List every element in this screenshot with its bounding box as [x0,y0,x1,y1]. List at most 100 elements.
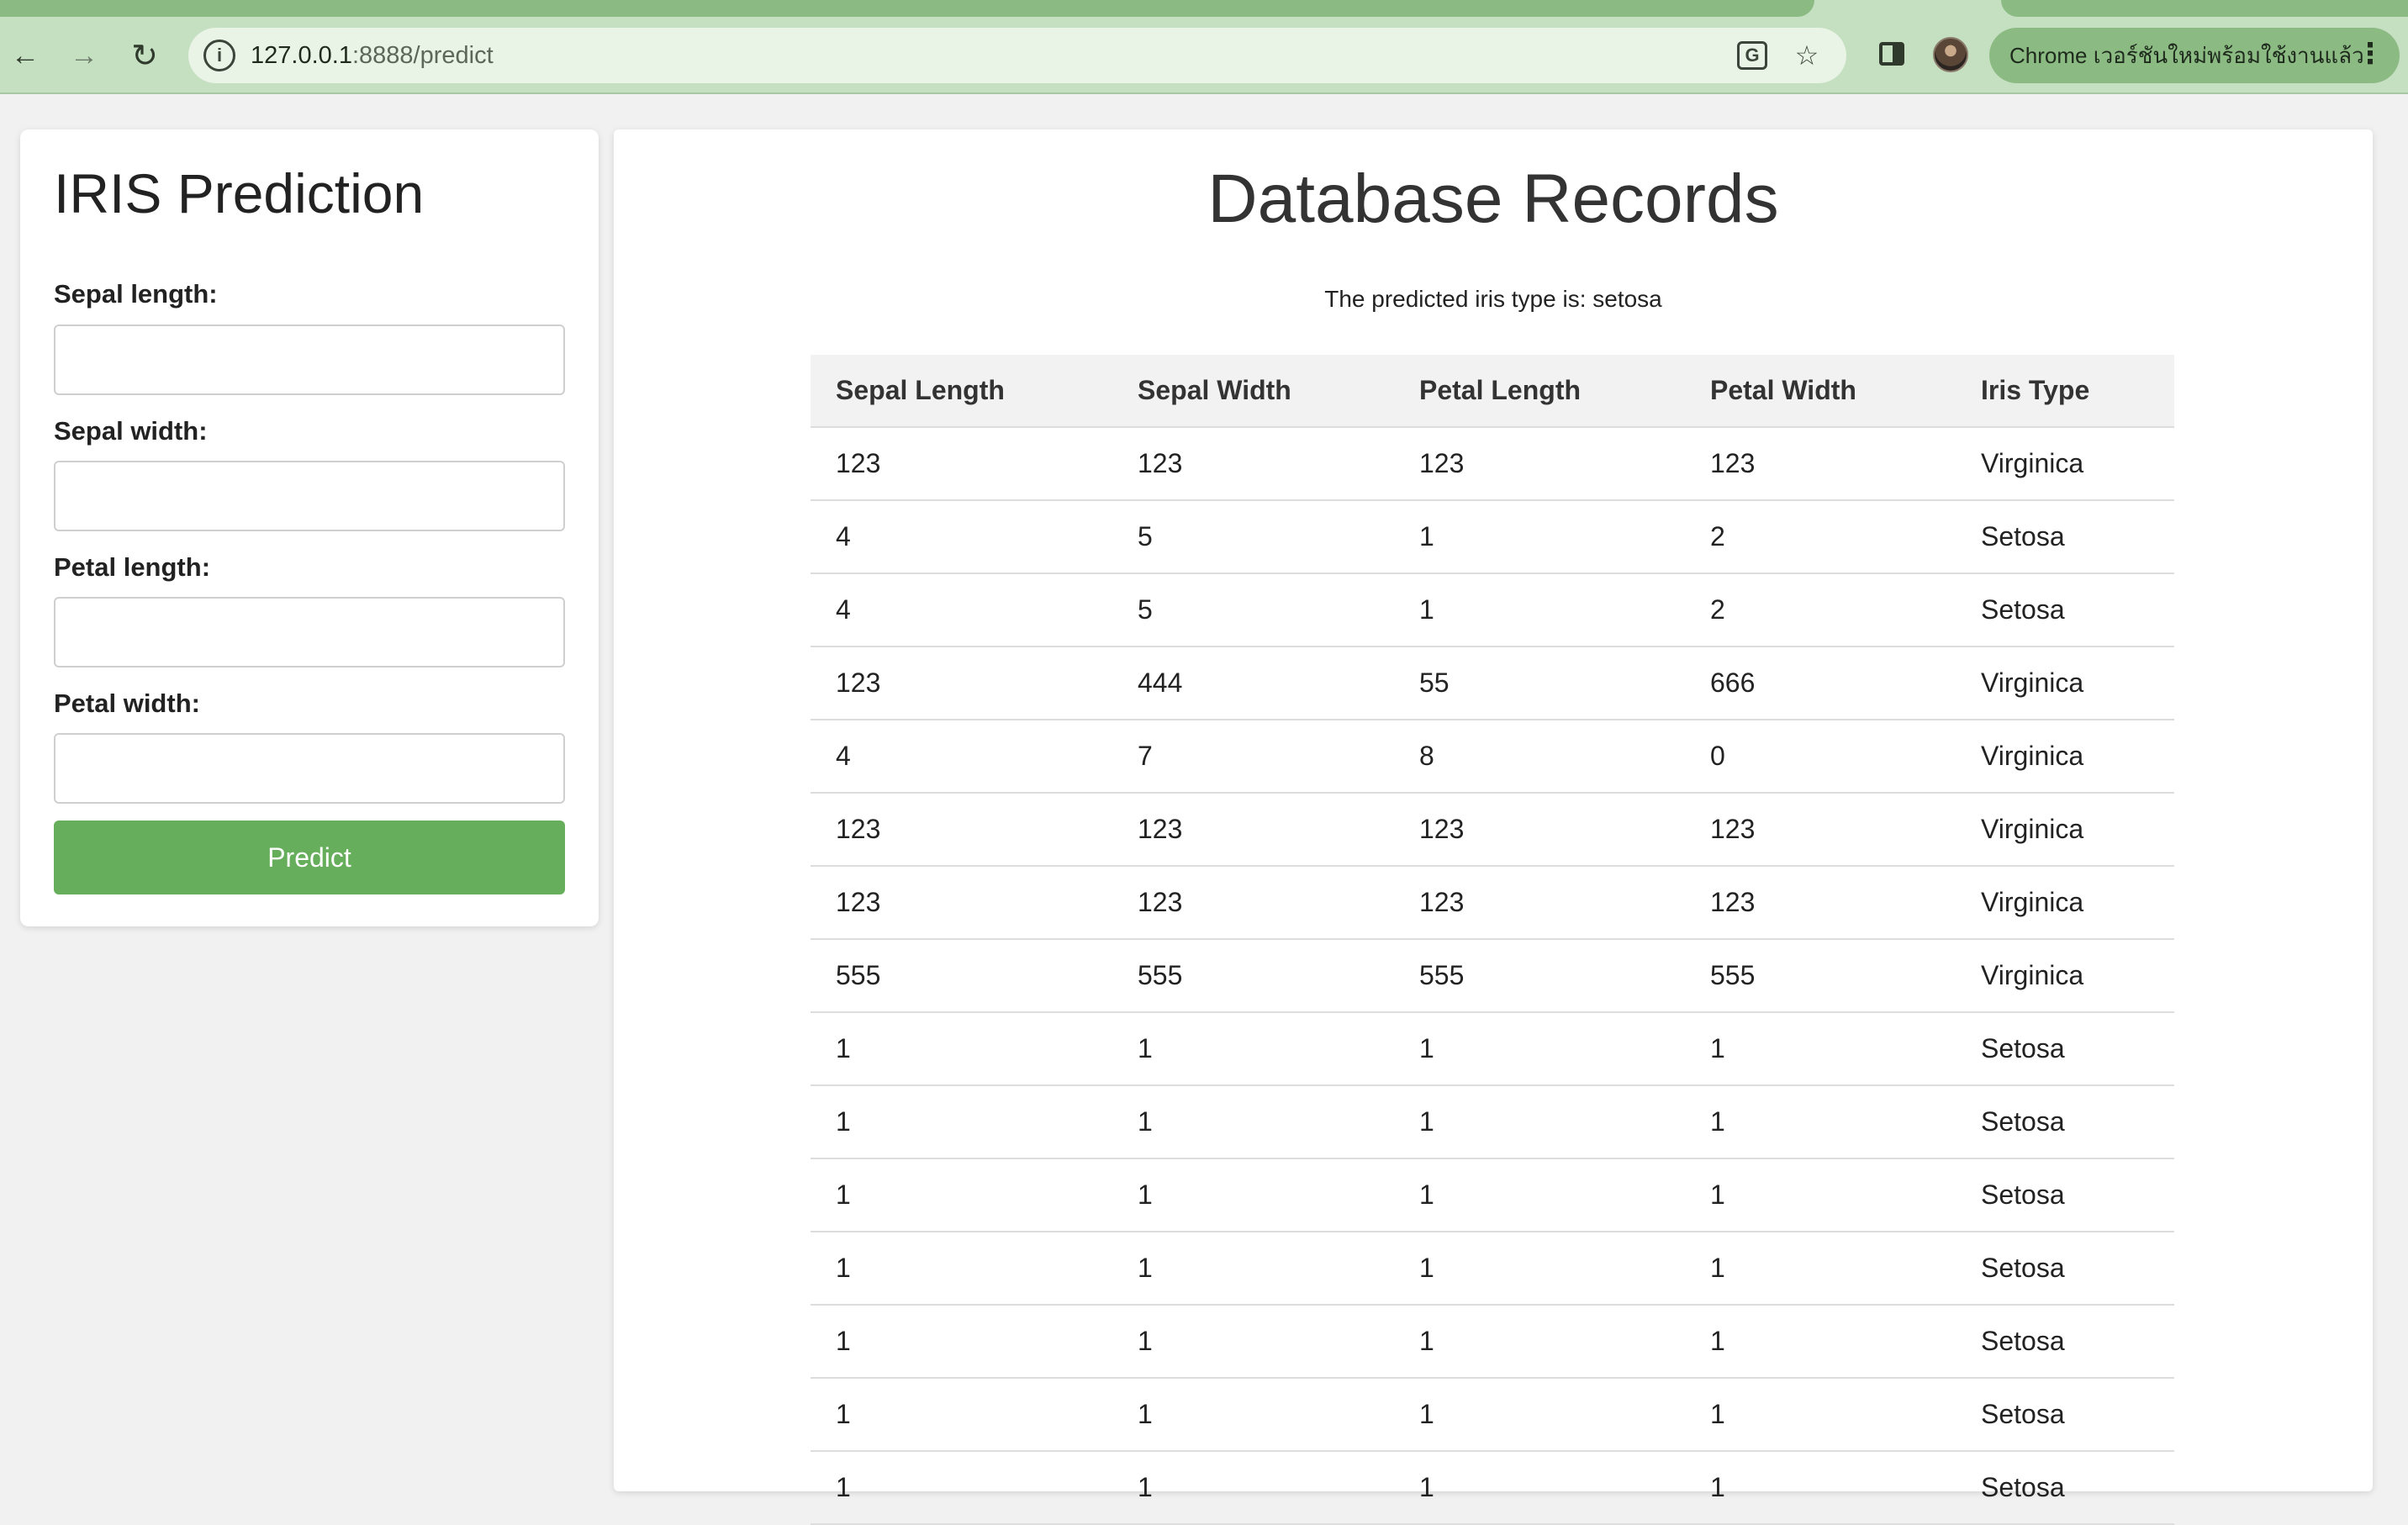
browser-toolbar: ← → ↻ i 127.0.0.1:8888/predict G ☆ Chrom… [0,0,2408,94]
iris-type-cell: Virginica [1956,866,2174,940]
records-table: Sepal Length Sepal Width Petal Length Pe… [811,355,2174,1525]
petal-width-cell: 1 [1685,1158,1956,1232]
url-path: :8888/predict [351,42,494,69]
forward-arrow-icon[interactable]: → [64,35,104,76]
iris-type-cell: Virginica [1956,793,2174,867]
petal-length-input[interactable] [54,597,565,668]
iris-type-cell: Setosa [1956,1085,2174,1159]
petal-width-cell: 2 [1685,573,1956,647]
sepal-width-label: Sepal width: [54,416,208,446]
table-row: 1 1 1 1 Setosa [811,1451,2174,1525]
predict-button[interactable]: Predict [54,821,565,894]
petal-length-cell: 123 [1394,427,1685,501]
table-row: 1 1 1 1 Setosa [811,1085,2174,1159]
sepal-length-cell: 4 [811,500,1112,574]
sepal-width-cell: 555 [1112,939,1394,1013]
sepal-length-cell: 4 [811,720,1112,794]
table-row: 123 444 55 666 Virginica [811,646,2174,720]
petal-length-cell: 1 [1394,1232,1685,1306]
sepal-width-cell: 1 [1112,1451,1394,1525]
translate-icon[interactable]: G [1737,41,1767,70]
profile-avatar[interactable] [1933,37,1968,72]
petal-width-cell: 123 [1685,866,1956,940]
sepal-length-cell: 1 [811,1305,1112,1379]
side-panel-icon[interactable] [1872,34,1912,74]
petal-length-cell: 123 [1394,793,1685,867]
sepal-length-cell: 4 [811,573,1112,647]
page-content: IRIS Prediction Sepal length: Sepal widt… [0,96,2408,1525]
column-header-iris-type: Iris Type [1956,355,2174,428]
form-title: IRIS Prediction [54,162,425,224]
petal-length-cell: 1 [1394,1012,1685,1086]
sepal-width-cell: 5 [1112,500,1394,574]
update-button-label: Chrome เวอร์ชันใหม่พร้อมใช้งานแล้ว [2009,42,2364,68]
sepal-length-input[interactable] [54,325,565,395]
table-row: 123 123 123 123 Virginica [811,427,2174,501]
address-bar[interactable]: i 127.0.0.1:8888/predict G ☆ [188,28,1846,83]
bookmark-star-icon[interactable]: ☆ [1789,38,1824,73]
iris-type-cell: Virginica [1956,720,2174,794]
petal-length-cell: 1 [1394,1378,1685,1452]
column-header-petal-length: Petal Length [1394,355,1685,428]
records-title: Database Records [1207,161,1779,237]
petal-width-cell: 123 [1685,793,1956,867]
petal-length-cell: 55 [1394,646,1685,720]
records-panel: Database Records The predicted iris type… [614,129,2373,1525]
sepal-length-cell: 123 [811,866,1112,940]
prediction-form: IRIS Prediction Sepal length: Sepal widt… [20,129,599,926]
iris-type-cell: Virginica [1956,646,2174,720]
table-row: 1 1 1 1 Setosa [811,1012,2174,1086]
petal-length-cell: 1 [1394,1158,1685,1232]
table-row: 1 1 1 1 Setosa [811,1378,2174,1452]
sepal-width-cell: 1 [1112,1158,1394,1232]
table-body: 123 123 123 123 Virginica 4 5 1 2 Setosa 4 5 1 2 Setos… [811,427,2174,1525]
petal-width-cell: 1 [1685,1451,1956,1525]
table-row: 4 5 1 2 Setosa [811,573,2174,647]
iris-type-cell: Setosa [1956,1232,2174,1306]
sepal-width-cell: 1 [1112,1232,1394,1306]
sepal-length-cell: 1 [811,1378,1112,1452]
sepal-length-cell: 123 [811,793,1112,867]
sepal-width-cell: 1 [1112,1305,1394,1379]
site-info-icon[interactable]: i [203,40,235,71]
sepal-width-cell: 7 [1112,720,1394,794]
iris-type-cell: Setosa [1956,573,2174,647]
column-header-sepal-length: Sepal Length [811,355,1112,428]
petal-length-label: Petal length: [54,552,211,582]
sepal-width-cell: 444 [1112,646,1394,720]
petal-width-cell: 555 [1685,939,1956,1013]
petal-width-cell: 2 [1685,500,1956,574]
table-row: 123 123 123 123 Virginica [811,793,2174,867]
table-row: 1 1 1 1 Setosa [811,1158,2174,1232]
petal-length-cell: 1 [1394,1305,1685,1379]
petal-width-cell: 1 [1685,1232,1956,1306]
active-tab-strip[interactable] [0,0,1814,17]
petal-length-cell: 8 [1394,720,1685,794]
petal-length-cell: 1 [1394,500,1685,574]
tab-strip-right[interactable] [2001,0,2408,17]
prediction-result: The predicted iris type is: setosa [1324,286,1662,312]
sepal-length-cell: 1 [811,1012,1112,1086]
sepal-length-label: Sepal length: [54,279,218,309]
back-arrow-icon[interactable]: ← [5,35,45,76]
sepal-width-cell: 1 [1112,1012,1394,1086]
iris-type-cell: Setosa [1956,1012,2174,1086]
url-host: 127.0.0.1 [251,42,352,69]
petal-width-label: Petal width: [54,689,200,718]
petal-width-cell: 0 [1685,720,1956,794]
reload-icon[interactable]: ↻ [124,35,165,76]
sepal-length-cell: 1 [811,1158,1112,1232]
menu-kebab-icon[interactable]: ⋮ [2356,37,2384,71]
sepal-width-cell: 1 [1112,1085,1394,1159]
iris-type-cell: Setosa [1956,1158,2174,1232]
petal-width-input[interactable] [54,733,565,804]
sepal-length-cell: 1 [811,1085,1112,1159]
petal-length-cell: 123 [1394,866,1685,940]
iris-type-cell: Setosa [1956,1451,2174,1525]
petal-width-cell: 666 [1685,646,1956,720]
sepal-length-cell: 123 [811,427,1112,501]
sepal-width-cell: 5 [1112,573,1394,647]
sepal-width-input[interactable] [54,461,565,531]
chrome-update-button[interactable]: Chrome เวอร์ชันใหม่พร้อมใช้งานแล้ว ⋮ [1989,28,2400,83]
url-text[interactable]: 127.0.0.1:8888/predict [251,42,494,70]
